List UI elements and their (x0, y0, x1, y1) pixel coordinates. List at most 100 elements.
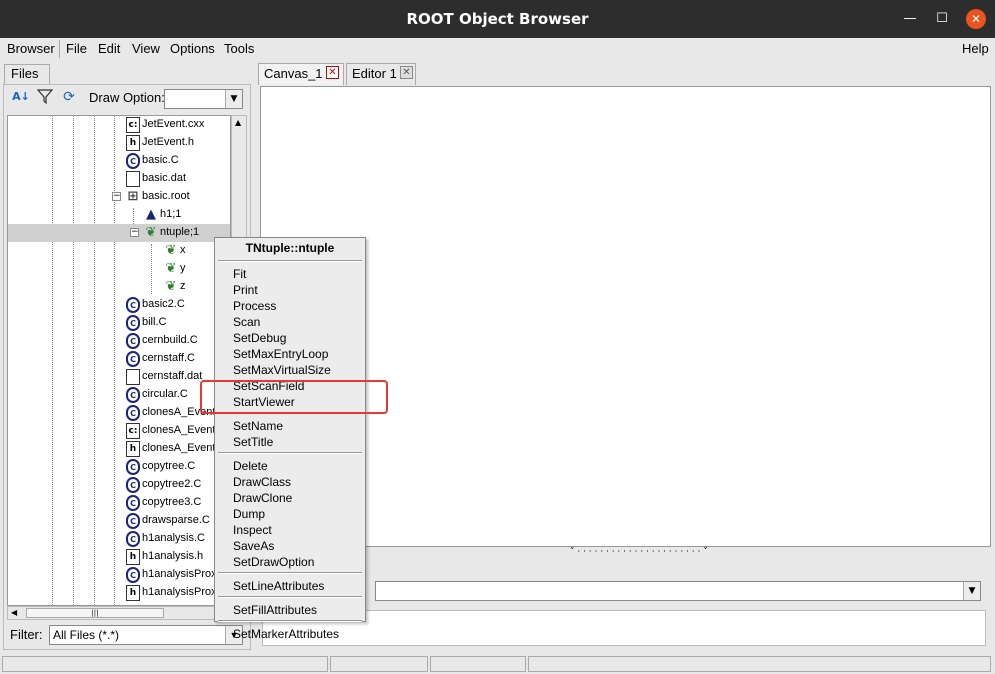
menu-options[interactable]: Options (170, 41, 215, 56)
context-menu-item-print[interactable]: Print (233, 283, 258, 297)
menu-view[interactable]: View (132, 41, 160, 56)
scrollbar-thumb[interactable]: ||| (26, 608, 164, 618)
command-output-area[interactable] (262, 610, 986, 646)
macro-file-icon: C (126, 495, 140, 511)
tree-item-label: basic2.C (142, 298, 185, 310)
context-menu-item-drawclone[interactable]: DrawClone (233, 491, 292, 505)
close-icon[interactable]: ✕ (966, 9, 986, 29)
menu-separator (218, 620, 362, 622)
refresh-icon[interactable]: ⟳ (60, 88, 78, 106)
macro-file-icon: C (126, 315, 140, 331)
chevron-down-icon[interactable]: ▼ (225, 90, 242, 108)
collapse-icon[interactable]: − (112, 192, 121, 201)
status-cell (330, 656, 428, 672)
context-menu-item-scan[interactable]: Scan (233, 315, 260, 329)
filter-icon[interactable] (36, 88, 54, 106)
menu-tools[interactable]: Tools (224, 41, 254, 56)
left-tab-bar: Files (0, 62, 255, 84)
command-combo[interactable]: ▼ (375, 581, 981, 601)
maximize-icon[interactable]: ☐ (932, 9, 952, 29)
tree-row[interactable]: Ccernbuild.C (8, 332, 230, 350)
tree-row[interactable]: Cbasic2.C (8, 296, 230, 314)
tree-row[interactable]: Ccopytree.C (8, 458, 230, 476)
tree-row[interactable]: Ch1analysis.C (8, 530, 230, 548)
macro-file-icon: C (126, 531, 140, 547)
chevron-down-icon[interactable]: ▼ (963, 582, 980, 600)
tree-row[interactable]: basic.dat (8, 170, 230, 188)
context-menu-item-drawclass[interactable]: DrawClass (233, 475, 291, 489)
scroll-up-icon[interactable]: ▲ (235, 118, 241, 127)
context-menu-item-process[interactable]: Process (233, 299, 276, 313)
context-menu-title: TNtuple::ntuple (245, 241, 335, 255)
tree-row[interactable]: h clonesA_Event. (8, 440, 230, 458)
collapse-icon[interactable]: − (130, 228, 139, 237)
tree-row[interactable]: Ch1analysisProxy (8, 566, 230, 584)
macro-file-icon: C (126, 153, 140, 169)
context-menu-item-setlineattributes[interactable]: SetLineAttributes (233, 579, 324, 593)
filter-combo[interactable]: All Files (*.*) ▼ (49, 625, 243, 645)
context-menu-item-dump[interactable]: Dump (233, 507, 265, 521)
file-tree[interactable]: c: JetEvent.cxx h JetEvent.h Cbasic.C basic.d… (7, 115, 231, 606)
sort-icon[interactable]: A↓ (12, 88, 30, 106)
tree-row[interactable]: Ccircular.C (8, 386, 230, 404)
tree-item-label: copytree3.C (142, 496, 202, 508)
menu-file[interactable]: File (66, 41, 87, 56)
tree-row[interactable]: h h1analysis.h (8, 548, 230, 566)
tree-row[interactable]: ❦ ntuple;1 − (8, 224, 230, 242)
status-cell (430, 656, 526, 672)
context-menu-item-fit[interactable]: Fit (233, 267, 246, 281)
context-menu-item-setname[interactable]: SetName (233, 419, 283, 433)
tree-item-label: copytree2.C (142, 478, 202, 490)
splitter-handle[interactable]: ˅ · · · · · · · · · · · · · · · · · · · … (570, 547, 708, 557)
tree-horizontal-scrollbar[interactable]: ◀ ||| (7, 606, 231, 620)
menu-help[interactable]: Help (962, 41, 989, 56)
context-menu-item-setmarkerattributes[interactable]: SetMarkerAttributes (233, 627, 339, 641)
macro-file-icon: C (126, 297, 140, 313)
tree-row[interactable]: ❦ x (8, 242, 230, 260)
tree-row[interactable]: ⊞ basic.root − (8, 188, 230, 206)
draw-option-combo[interactable]: ▼ (164, 89, 243, 109)
tree-row[interactable]: cernstaff.dat (8, 368, 230, 386)
tree-item-label: drawsparse.C (142, 514, 210, 526)
text-file-icon (126, 171, 140, 187)
menu-browser[interactable]: Browser (7, 41, 55, 56)
root-object-browser-window: ROOT Object Browser — ☐ ✕ Browser File E… (0, 0, 995, 674)
close-tab-icon[interactable]: ✕ (326, 66, 339, 79)
tree-row[interactable]: Ccernstaff.C (8, 350, 230, 368)
context-menu-item-setdebug[interactable]: SetDebug (233, 331, 286, 345)
header-file-icon: h (126, 135, 140, 151)
context-menu-item-saveas[interactable]: SaveAs (233, 539, 274, 553)
canvas-area[interactable] (260, 86, 991, 547)
leaf-icon: ❦ (165, 279, 177, 294)
tab-files[interactable]: Files (4, 64, 50, 84)
tree-row[interactable]: c: clonesA_Event. (8, 422, 230, 440)
tree-row[interactable]: Ccopytree3.C (8, 494, 230, 512)
tree-row[interactable]: Cdrawsparse.C (8, 512, 230, 530)
context-menu-item-setmaxvirtualsize[interactable]: SetMaxVirtualSize (233, 363, 331, 377)
tree-item-label: copytree.C (142, 460, 196, 472)
tree-row[interactable]: h h1analysisProxy (8, 584, 230, 602)
tree-row[interactable]: ▲ h1;1 (8, 206, 230, 224)
context-menu-item-setfillattributes[interactable]: SetFillAttributes (233, 603, 317, 617)
macro-file-icon: C (126, 351, 140, 367)
tree-row[interactable]: Cbasic.C (8, 152, 230, 170)
context-menu-item-setmaxentryloop[interactable]: SetMaxEntryLoop (233, 347, 328, 361)
minimize-icon[interactable]: — (900, 9, 920, 29)
tree-item-label: cernbuild.C (142, 334, 198, 346)
tree-row[interactable]: ❦ y (8, 260, 230, 278)
context-menu-item-settitle[interactable]: SetTitle (233, 435, 273, 449)
tree-row[interactable]: Cbill.C (8, 314, 230, 332)
tree-row[interactable]: Ccopytree2.C (8, 476, 230, 494)
tree-row[interactable]: c: JetEvent.cxx (8, 116, 230, 134)
scroll-left-icon[interactable]: ◀ (11, 608, 17, 617)
context-menu-item-delete[interactable]: Delete (233, 459, 268, 473)
menu-edit[interactable]: Edit (98, 41, 120, 56)
close-tab-icon[interactable]: ✕ (400, 66, 413, 79)
context-menu-item-setdrawoption[interactable]: SetDrawOption (233, 555, 314, 569)
macro-file-icon: C (126, 459, 140, 475)
context-menu-item-inspect[interactable]: Inspect (233, 523, 272, 537)
tree-item-label: cernstaff.C (142, 352, 195, 364)
tree-row[interactable]: ❦ z (8, 278, 230, 296)
tree-row[interactable]: CclonesA_Event (8, 404, 230, 422)
tree-row[interactable]: h JetEvent.h (8, 134, 230, 152)
